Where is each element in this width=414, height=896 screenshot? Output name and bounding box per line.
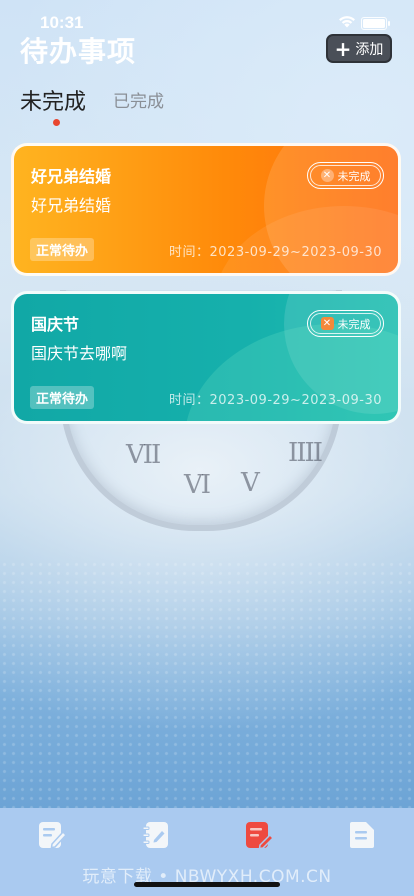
tabbar-item-todo[interactable]	[244, 820, 274, 850]
notebook-icon	[142, 822, 168, 848]
tabbar-item-edit[interactable]	[37, 820, 67, 850]
clock-numeral-decoration: VII	[126, 440, 161, 470]
todo-content: 好兄弟结婚	[31, 196, 112, 215]
document-icon	[350, 822, 374, 848]
clock-numeral-decoration: VI	[184, 470, 211, 500]
active-tab-indicator	[53, 119, 60, 126]
todo-status-label: 未完成	[337, 317, 371, 331]
page-title: 待办事项	[20, 35, 137, 68]
todo-title: 国庆节	[31, 315, 80, 334]
tabbar-item-document[interactable]	[347, 820, 377, 850]
todo-content: 国庆节去哪啊	[31, 344, 128, 363]
card-decoration	[184, 324, 398, 421]
clock-numeral-decoration: IIII	[288, 438, 323, 468]
tab-incomplete[interactable]: 未完成	[20, 84, 86, 116]
plus-icon: +	[334, 36, 352, 61]
todo-status-label: 未完成	[337, 169, 371, 183]
todo-status-button[interactable]: ✕ 未完成	[307, 162, 384, 189]
wifi-icon	[339, 16, 355, 28]
todo-status-button[interactable]: ✕ 未完成	[307, 310, 384, 337]
home-indicator	[134, 882, 280, 887]
battery-icon	[361, 17, 390, 30]
todo-card[interactable]: 国庆节 国庆节去哪啊 正常待办 时间：2023-09-29~2023-09-30…	[11, 291, 401, 424]
close-icon: ✕	[320, 169, 334, 182]
todo-title: 好兄弟结婚	[31, 167, 112, 186]
todo-list-icon	[246, 822, 274, 850]
todo-card[interactable]: 好兄弟结婚 好兄弟结婚 正常待办 时间：2023-09-29~2023-09-3…	[11, 143, 401, 276]
todo-category-badge: 正常待办	[30, 386, 95, 409]
todo-period: 时间：2023-09-29~2023-09-30	[169, 245, 382, 260]
add-button-label: 添加	[355, 41, 384, 58]
clock-numeral-decoration: V	[241, 468, 260, 498]
add-todo-button[interactable]: + 添加	[326, 34, 392, 63]
todo-category-badge: 正常待办	[30, 238, 95, 261]
tabbar-item-notebook[interactable]	[141, 820, 171, 850]
todo-period: 时间：2023-09-29~2023-09-30	[169, 393, 382, 408]
background-glitter	[0, 560, 414, 810]
tab-completed[interactable]: 已完成	[113, 87, 164, 112]
close-icon: ✕	[320, 317, 334, 330]
edit-note-icon	[39, 822, 67, 849]
